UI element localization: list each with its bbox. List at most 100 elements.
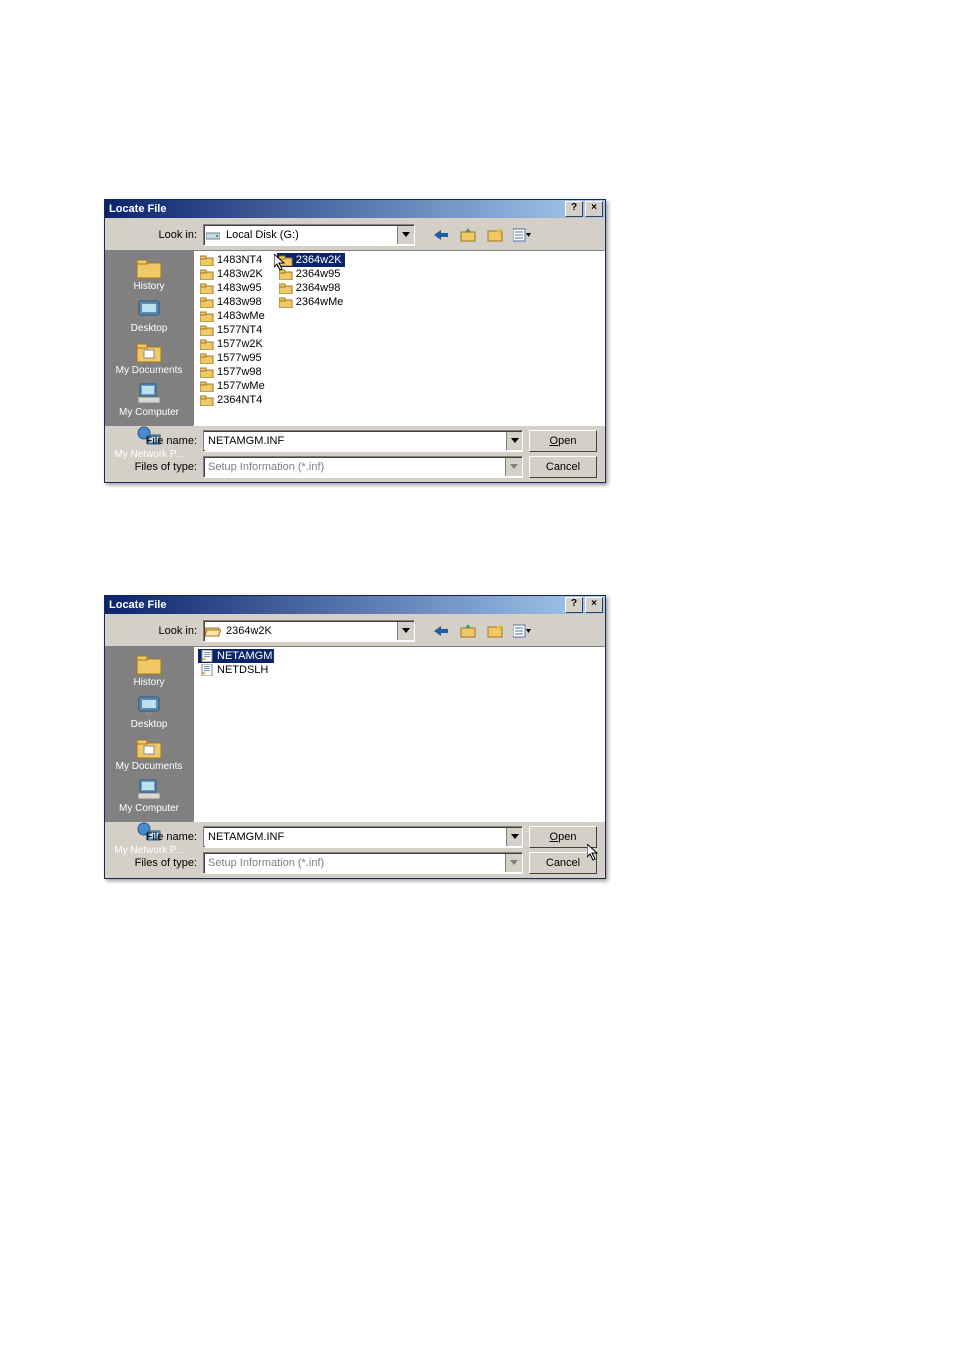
folder-icon	[200, 268, 214, 280]
list-item-label: 2364w95	[296, 268, 341, 280]
chevron-down-icon[interactable]	[397, 622, 414, 640]
list-item-label: 1577wMe	[217, 380, 265, 392]
locate-file-dialog-2: Locate File ? × Look in: 2364w2K History	[104, 595, 606, 879]
folder-icon	[200, 338, 214, 350]
file-list[interactable]: NETAMGMNETDSLH	[193, 646, 605, 822]
list-item-label: 1577w2K	[217, 338, 263, 350]
list-item[interactable]: 1483w95	[198, 281, 267, 295]
cancel-button[interactable]: Cancel	[529, 852, 597, 874]
up-one-level-button[interactable]	[456, 620, 480, 642]
look-in-row: Look in: Local Disk (G:)	[105, 218, 605, 250]
new-folder-button[interactable]	[483, 224, 507, 246]
places-bar: History Desktop My Documents My Computer…	[105, 646, 193, 822]
view-menu-button[interactable]	[510, 620, 534, 642]
window-title: Locate File	[109, 599, 563, 611]
list-item-label: 2364w2K	[296, 254, 342, 266]
places-my-documents[interactable]: My Documents	[105, 338, 193, 378]
list-item[interactable]: 1483w2K	[198, 267, 267, 281]
list-item[interactable]: NETAMGM	[198, 649, 274, 663]
places-bar: History Desktop My Documents My Computer…	[105, 250, 193, 426]
chevron-down-icon[interactable]	[506, 432, 522, 450]
open-button[interactable]: Open	[529, 430, 597, 452]
list-item-label: 1483w95	[217, 282, 262, 294]
folder-icon	[200, 296, 214, 308]
file-name-input[interactable]	[204, 432, 506, 450]
places-history[interactable]: History	[105, 650, 193, 690]
folder-icon	[279, 296, 293, 308]
titlebar[interactable]: Locate File ? ×	[105, 596, 605, 614]
window-title: Locate File	[109, 203, 563, 215]
places-desktop[interactable]: Desktop	[105, 692, 193, 732]
toolbar	[429, 224, 534, 246]
look-in-combo[interactable]: Local Disk (G:)	[203, 224, 415, 246]
file-type-value: Setup Information (*.inf)	[204, 461, 505, 473]
back-button[interactable]	[429, 620, 453, 642]
cancel-button[interactable]: Cancel	[529, 456, 597, 478]
list-item[interactable]: 1577w95	[198, 351, 267, 365]
chevron-down-icon[interactable]	[506, 828, 522, 846]
list-item[interactable]: 1577NT4	[198, 323, 267, 337]
folder-icon	[279, 282, 293, 294]
folder-icon	[200, 254, 214, 266]
list-item[interactable]: 2364wMe	[277, 295, 346, 309]
open-folder-icon	[204, 625, 222, 637]
look-in-combo[interactable]: 2364w2K	[203, 620, 415, 642]
open-button[interactable]: Open	[529, 826, 597, 848]
list-item[interactable]: 2364w2K	[277, 253, 346, 267]
file-icon	[200, 664, 214, 676]
look-in-row: Look in: 2364w2K	[105, 614, 605, 646]
list-item[interactable]: NETDSLH	[198, 663, 274, 677]
list-item[interactable]: 2364NT4	[198, 393, 267, 407]
folder-icon	[279, 254, 293, 266]
file-name-label: File name:	[113, 831, 197, 843]
file-type-combo: Setup Information (*.inf)	[203, 852, 523, 874]
my-documents-icon	[135, 340, 163, 364]
file-type-label: Files of type:	[113, 461, 197, 473]
places-my-documents[interactable]: My Documents	[105, 734, 193, 774]
look-in-value: Local Disk (G:)	[222, 229, 397, 241]
titlebar[interactable]: Locate File ? ×	[105, 200, 605, 218]
places-my-computer[interactable]: My Computer	[105, 776, 193, 816]
list-item[interactable]: 2364w98	[277, 281, 346, 295]
places-history[interactable]: History	[105, 254, 193, 294]
places-my-computer[interactable]: My Computer	[105, 380, 193, 420]
my-computer-icon	[135, 382, 163, 406]
history-folder-icon	[135, 256, 163, 280]
chevron-down-icon[interactable]	[397, 226, 414, 244]
file-list[interactable]: 1483NT41483w2K1483w951483w981483wMe 1577N…	[193, 250, 605, 426]
help-button[interactable]: ?	[565, 597, 583, 613]
new-folder-button[interactable]	[483, 620, 507, 642]
list-item[interactable]: 1483NT4	[198, 253, 267, 267]
close-button[interactable]: ×	[585, 597, 603, 613]
up-one-level-button[interactable]	[456, 224, 480, 246]
list-item[interactable]: 1577w98	[198, 365, 267, 379]
view-menu-button[interactable]	[510, 224, 534, 246]
list-item[interactable]: 1577w2K	[198, 337, 267, 351]
list-item-label: 1577w95	[217, 352, 262, 364]
folder-icon	[200, 366, 214, 378]
file-type-value: Setup Information (*.inf)	[204, 857, 505, 869]
list-item-label: 1577NT4	[217, 324, 262, 336]
chevron-down-icon	[505, 458, 522, 476]
file-name-combo[interactable]	[203, 430, 523, 452]
folder-icon	[200, 394, 214, 406]
back-button[interactable]	[429, 224, 453, 246]
list-item[interactable]: 2364w95	[277, 267, 346, 281]
file-name-combo[interactable]	[203, 826, 523, 848]
drive-icon	[204, 230, 222, 240]
help-button[interactable]: ?	[565, 201, 583, 217]
close-button[interactable]: ×	[585, 201, 603, 217]
list-item-label: 2364NT4	[217, 394, 262, 406]
folder-icon	[200, 380, 214, 392]
folder-icon	[200, 310, 214, 322]
list-item[interactable]: 1483wMe	[198, 309, 267, 323]
list-item-label: 2364wMe	[296, 296, 344, 308]
list-item[interactable]: 1577wMe	[198, 379, 267, 393]
list-item[interactable]: 1483w98	[198, 295, 267, 309]
file-name-input[interactable]	[204, 828, 506, 846]
list-item-label: NETAMGM	[217, 650, 272, 662]
folder-icon	[200, 352, 214, 364]
places-desktop[interactable]: Desktop	[105, 296, 193, 336]
list-item-label: 1483wMe	[217, 310, 265, 322]
file-name-label: File name:	[113, 435, 197, 447]
